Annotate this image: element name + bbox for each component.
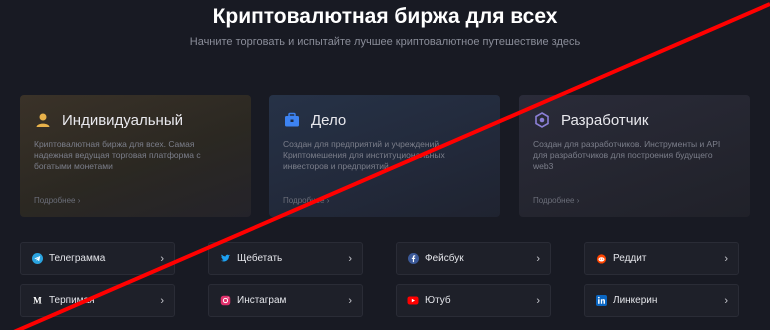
social-link-facebook[interactable]: Фейсбук › [396,242,551,275]
more-link[interactable]: Подробнее › [283,196,329,205]
more-link[interactable]: Подробнее › [34,196,80,205]
more-link[interactable]: Подробнее › [533,196,579,205]
facebook-icon [407,253,419,265]
link-label: Терпимая [49,295,95,306]
telegram-icon [31,253,43,265]
social-link-telegram[interactable]: Телеграмма › [20,242,175,275]
page-title: Криптовалютная биржа для всех [212,5,558,28]
twitter-icon [219,253,231,265]
card-title: Индивидуальный [62,111,183,129]
link-label: Фейсбук [425,253,464,264]
linkedin-icon [595,295,607,307]
link-label: Инстаграм [237,295,287,306]
card-developer[interactable]: Разработчик Создан для разработчиков. Ин… [519,95,750,217]
chevron-right-icon: › [348,294,352,307]
chevron-right-icon: › [724,252,728,265]
card-title: Разработчик [561,111,649,129]
page-subtitle: Начните торговать и испытайте лучшее кри… [189,36,581,48]
card-business[interactable]: Дело Создан для предприятий и учреждений… [269,95,500,217]
instagram-icon [219,295,231,307]
svg-text:M: M [33,296,42,306]
user-icon [34,111,52,129]
link-label: Ютуб [425,295,451,306]
link-label: Щебетать [237,253,283,264]
chevron-right-icon: › [160,252,164,265]
card-title: Дело [311,111,347,129]
social-link-twitter[interactable]: Щебетать › [208,242,363,275]
developer-gear-icon [533,111,551,129]
link-label: Телеграмма [49,253,106,264]
social-link-youtube[interactable]: Ютуб › [396,284,551,317]
card-description: Создан для предприятий и учреждений. Кри… [283,139,445,171]
chevron-right-icon: › [724,294,728,307]
card-description: Создан для разработчиков. Инструменты и … [533,139,721,171]
chevron-right-icon: › [348,252,352,265]
briefcase-icon [283,111,301,129]
chevron-right-icon: › [536,294,540,307]
card-description: Криптовалютная биржа для всех. Самая над… [34,139,201,171]
social-link-medium[interactable]: M Терпимая › [20,284,175,317]
medium-icon: M [31,295,43,307]
social-link-linkedin[interactable]: Линкерин › [584,284,739,317]
chevron-right-icon: › [160,294,164,307]
youtube-icon [407,295,419,307]
link-label: Реддит [613,253,647,264]
link-label: Линкерин [613,295,658,306]
social-link-reddit[interactable]: Реддит › [584,242,739,275]
card-individual[interactable]: Индивидуальный Криптовалютная биржа для … [20,95,251,217]
social-link-instagram[interactable]: Инстаграм › [208,284,363,317]
chevron-right-icon: › [536,252,540,265]
reddit-icon [595,253,607,265]
